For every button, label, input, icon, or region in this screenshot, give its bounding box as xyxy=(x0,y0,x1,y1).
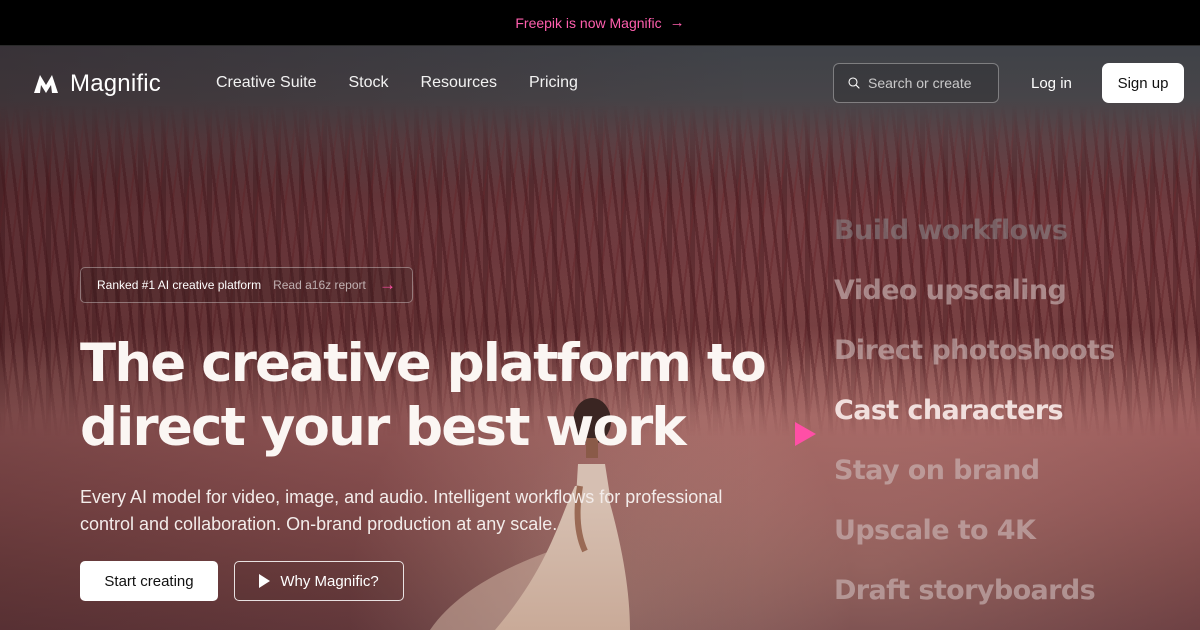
promo-text: Freepik is now Magnific xyxy=(515,14,662,31)
rotator-item: Direct photoshoots xyxy=(834,335,1115,366)
arrow-right-icon: → xyxy=(379,275,396,294)
triangle-pointer-icon xyxy=(795,422,816,446)
nav-link-resources[interactable]: Resources xyxy=(421,74,497,92)
search-input[interactable] xyxy=(868,75,984,91)
start-creating-button[interactable]: Start creating xyxy=(80,561,218,601)
nav-link-pricing[interactable]: Pricing xyxy=(529,74,578,92)
login-link[interactable]: Log in xyxy=(1031,75,1072,92)
rotator-item-active: Cast characters xyxy=(834,395,1064,426)
badge-report-link[interactable]: Read a16z report xyxy=(273,278,366,292)
nav-links: Creative Suite Stock Resources Pricing xyxy=(216,74,578,92)
nav-link-creative-suite[interactable]: Creative Suite xyxy=(216,74,317,92)
magnific-logo-icon xyxy=(34,75,58,93)
ranking-badge[interactable]: Ranked #1 AI creative platform Read a16z… xyxy=(80,267,413,303)
rotator-item: Draft storyboards xyxy=(834,575,1096,606)
signup-button[interactable]: Sign up xyxy=(1102,63,1184,103)
search-box[interactable] xyxy=(833,63,999,103)
logo-text: Magnific xyxy=(70,70,161,97)
nav-link-stock[interactable]: Stock xyxy=(349,74,389,92)
badge-label: Ranked #1 AI creative platform xyxy=(97,278,262,292)
rotator-item: Stay on brand xyxy=(834,455,1040,486)
top-navigation: Magnific Creative Suite Stock Resources … xyxy=(0,46,1200,120)
rotator-item: Upscale to 4K xyxy=(834,515,1036,546)
hero-subtext: Every AI model for video, image, and aud… xyxy=(80,487,723,534)
rotator-item: Video upscaling xyxy=(834,275,1067,306)
promo-banner[interactable]: Freepik is now Magnific → xyxy=(0,0,1200,46)
why-magnific-label: Why Magnific? xyxy=(280,572,379,590)
feature-rotator: Build workflows Video upscaling Direct p… xyxy=(834,210,1194,630)
rotator-item: Build workflows xyxy=(834,215,1068,246)
why-magnific-button[interactable]: Why Magnific? xyxy=(234,561,404,601)
search-icon xyxy=(848,77,860,89)
hero-headline: The creative platform to direct your bes… xyxy=(80,333,767,458)
play-icon xyxy=(259,574,271,588)
arrow-right-icon: → xyxy=(669,14,685,31)
logo[interactable]: Magnific xyxy=(32,70,161,98)
